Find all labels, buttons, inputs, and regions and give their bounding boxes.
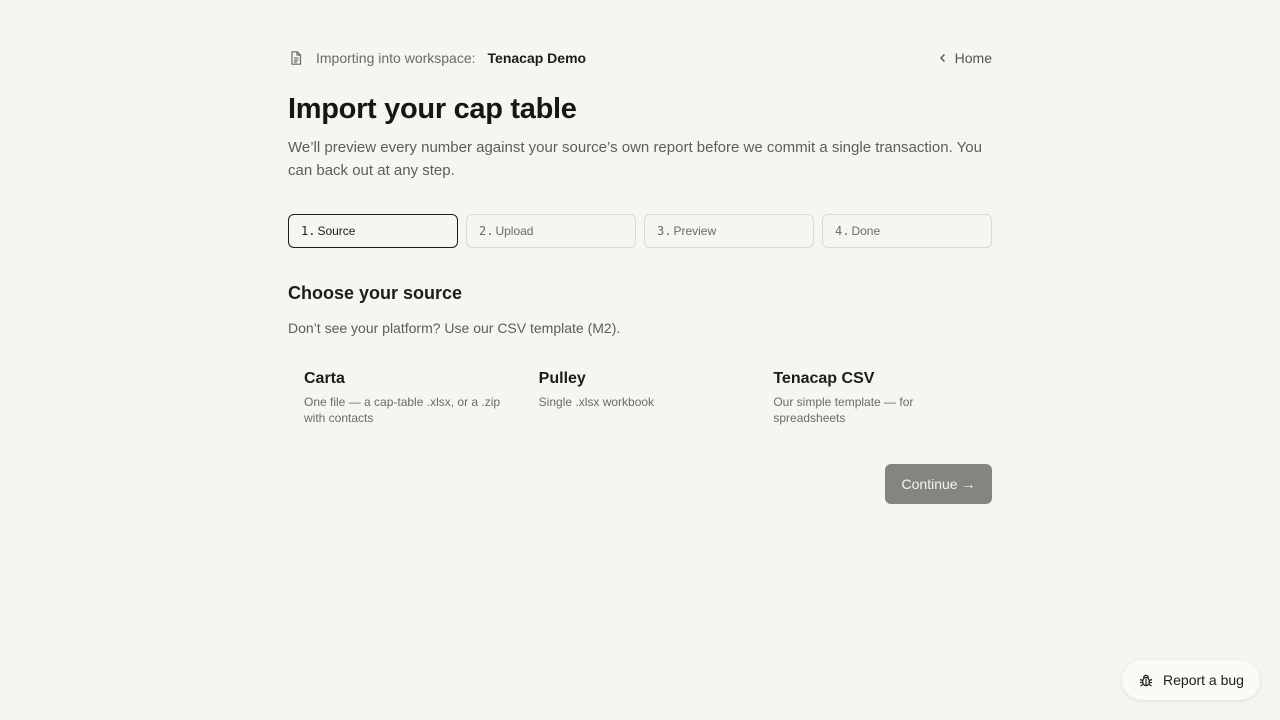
continue-button[interactable]: Continue → — [885, 464, 992, 504]
step-label: Done — [851, 224, 881, 238]
import-page: Importing into workspace: Tenacap Demo H… — [0, 0, 1280, 720]
step-source[interactable]: 1. Source — [288, 214, 458, 248]
bug-icon — [1138, 672, 1154, 688]
step-done[interactable]: 4. Done — [822, 214, 992, 248]
workspace-indicator: Importing into workspace: Tenacap Demo — [288, 50, 586, 66]
source-description: Our simple template — for spreadsheets — [773, 395, 914, 425]
step-number: 4. — [835, 224, 850, 238]
step-label: Preview — [673, 224, 717, 238]
home-label: Home — [954, 50, 992, 66]
source-option-tenacap-csv[interactable]: Tenacap CSV Our simple template — for sp… — [757, 362, 992, 442]
page-subtitle: We’ll preview every number against your … — [288, 139, 982, 179]
report-bug-button[interactable]: Report a bug — [1122, 660, 1260, 700]
report-bug-label: Report a bug — [1163, 672, 1244, 688]
csv-template-hint: Don’t see your platform? Use our CSV tem… — [288, 320, 621, 336]
source-option-carta[interactable]: Carta One file — a cap-table .xlsx, or a… — [288, 362, 523, 442]
source-description: One file — a cap-table .xlsx, or a .zip … — [304, 395, 501, 425]
step-upload[interactable]: 2. Upload — [466, 214, 636, 248]
step-number: 3. — [657, 224, 672, 238]
source-options: Carta One file — a cap-table .xlsx, or a… — [288, 362, 992, 442]
source-title: Tenacap CSV — [773, 370, 875, 387]
source-description: Single .xlsx workbook — [538, 395, 655, 409]
top-bar: Importing into workspace: Tenacap Demo H… — [288, 47, 992, 69]
home-link[interactable]: Home — [937, 50, 992, 66]
step-indicator: 1. Source 2. Upload 3. Preview 4. Done — [288, 214, 992, 248]
step-label: Source — [317, 224, 356, 238]
chevron-left-icon — [937, 52, 949, 64]
source-title: Carta — [304, 370, 345, 387]
step-preview[interactable]: 3. Preview — [644, 214, 814, 248]
workspace-name: Tenacap Demo — [487, 50, 587, 66]
document-icon — [288, 50, 304, 66]
page-title: Import your cap table — [288, 93, 577, 125]
step-label: Upload — [495, 224, 534, 238]
source-title: Pulley — [538, 370, 586, 387]
section-heading: Choose your source — [288, 283, 463, 303]
source-option-pulley[interactable]: Pulley Single .xlsx workbook — [523, 362, 758, 442]
step-number: 1. — [301, 224, 316, 238]
step-number: 2. — [479, 224, 494, 238]
workspace-label: Importing into workspace: — [316, 50, 476, 66]
